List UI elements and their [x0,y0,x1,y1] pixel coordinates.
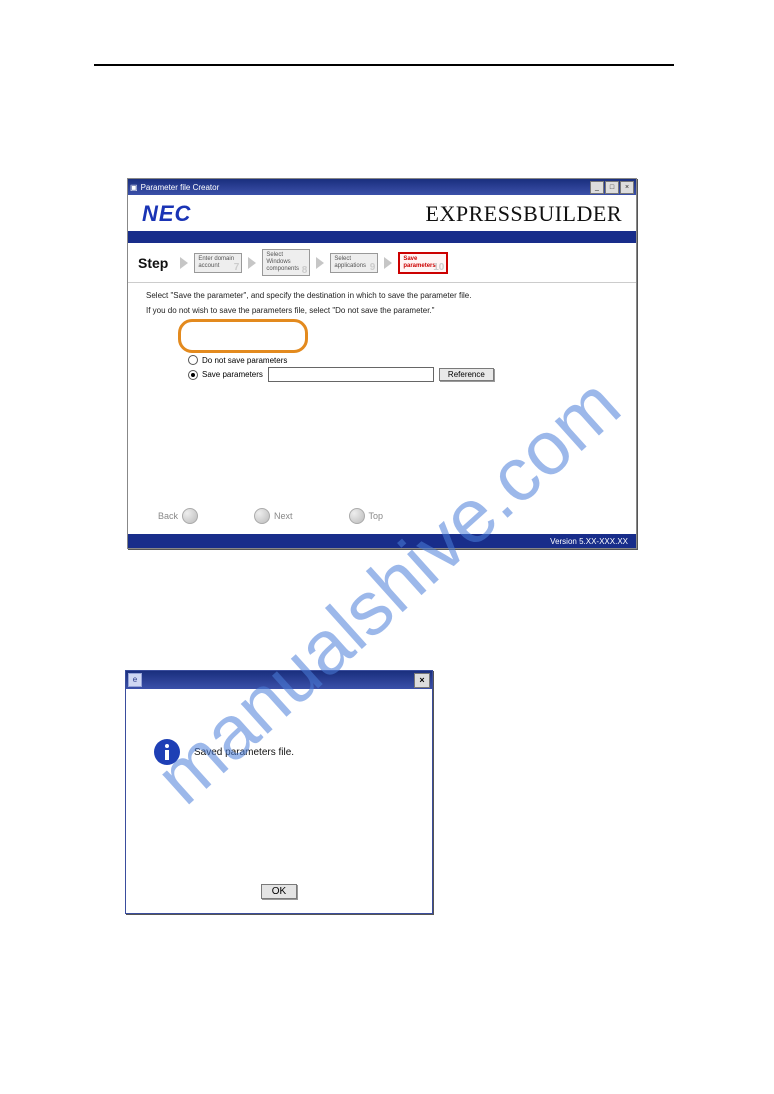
instruction-line-2: If you do not wish to save the parameter… [146,306,618,315]
save-path-input[interactable] [268,367,434,382]
app-icon: ▣ [130,183,138,192]
ok-button[interactable]: OK [261,884,297,899]
chevron-right-icon [384,257,392,269]
info-icon [154,739,180,765]
nav-label: Next [274,511,293,521]
saved-confirmation-dialog: e × Saved parameters file. OK [125,670,433,914]
step-box-7: Enter domain account 7 [194,253,242,273]
close-button[interactable]: × [414,673,430,688]
step-text: Save parameters [403,256,435,269]
option-save[interactable]: Save parameters [188,370,263,380]
nav-label: Top [369,511,384,521]
back-button[interactable]: Back [158,508,198,524]
step-text: Enter domain account [198,256,234,269]
maximize-button[interactable]: □ [605,181,619,194]
step-label: Step [138,255,168,271]
step-number: 8 [302,267,308,274]
nav-label: Back [158,511,178,521]
next-button[interactable]: Next [254,508,293,524]
radio-icon[interactable] [188,355,198,365]
product-title: EXPRESSBUILDER [426,201,622,227]
chevron-right-icon [180,257,188,269]
step-number: 10 [433,264,444,271]
title-bar[interactable]: e × [126,671,432,689]
option-label: Save parameters [202,370,263,379]
next-icon [254,508,270,524]
window-title: Parameter file Creator [141,183,220,192]
page-header-rule [94,64,674,66]
footer-band: Version 5.XX-XXX.XX [128,534,636,548]
step-breadcrumb: Step Enter domain account 7 Select Windo… [128,243,636,283]
step-text: Select applications [334,256,366,269]
step-box-9: Select applications 9 [330,253,378,273]
instruction-line-1: Select "Save the parameter", and specify… [146,291,618,300]
radio-icon[interactable] [188,370,198,380]
dialog-message: Saved parameters file. [194,747,294,758]
step-text: Select Windows components [266,252,299,272]
parameter-file-creator-window: ▣ Parameter file Creator _ □ × NEC EXPRE… [127,178,637,549]
step-box-8: Select Windows components 8 [262,249,310,276]
title-bar[interactable]: ▣ Parameter file Creator _ □ × [128,179,636,195]
dialog-icon: e [128,673,142,687]
header-band [128,231,636,243]
top-button[interactable]: Top [349,508,384,524]
nav-row: Back Next Top [128,388,636,534]
top-icon [349,508,365,524]
option-label: Do not save parameters [202,356,287,365]
version-text: Version 5.XX-XXX.XX [550,537,628,546]
option-do-not-save[interactable]: Do not save parameters [188,355,608,365]
back-icon [182,508,198,524]
close-button[interactable]: × [620,181,634,194]
instructions: Select "Save the parameter", and specify… [128,283,636,323]
header-row: NEC EXPRESSBUILDER [128,195,636,231]
chevron-right-icon [316,257,324,269]
minimize-button[interactable]: _ [590,181,604,194]
step-box-10-current: Save parameters 10 [398,252,448,274]
callout-highlight [178,319,308,353]
step-number: 7 [234,264,240,271]
reference-button[interactable]: Reference [439,368,494,381]
nec-logo: NEC [142,201,191,227]
chevron-right-icon [248,257,256,269]
step-number: 9 [370,264,376,271]
